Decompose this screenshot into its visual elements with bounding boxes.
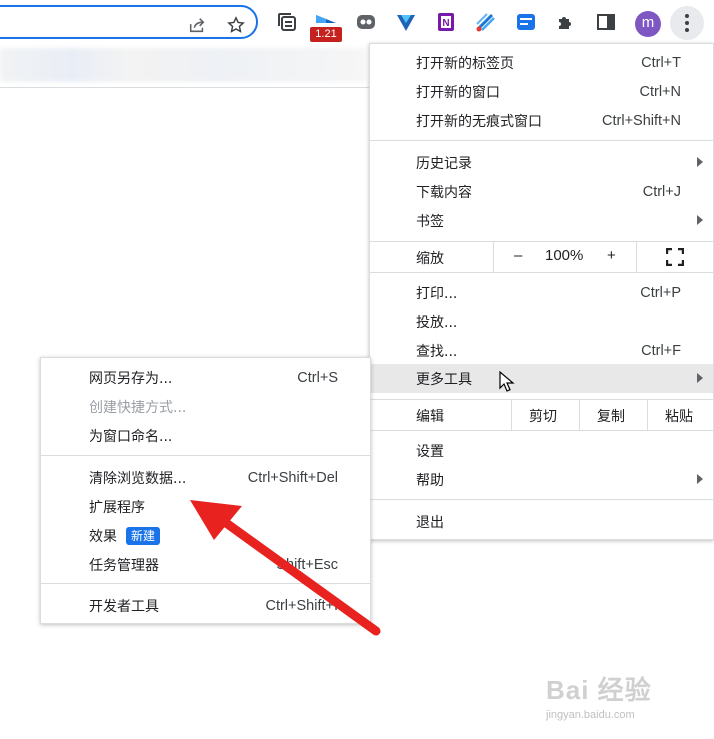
watermark-text: Bai 经验 [546, 675, 652, 705]
annotation-arrow-icon [190, 500, 381, 636]
watermark-logo: Bai 经验 jingyan.baidu.com [546, 670, 652, 721]
watermark-url: jingyan.baidu.com [546, 709, 635, 721]
